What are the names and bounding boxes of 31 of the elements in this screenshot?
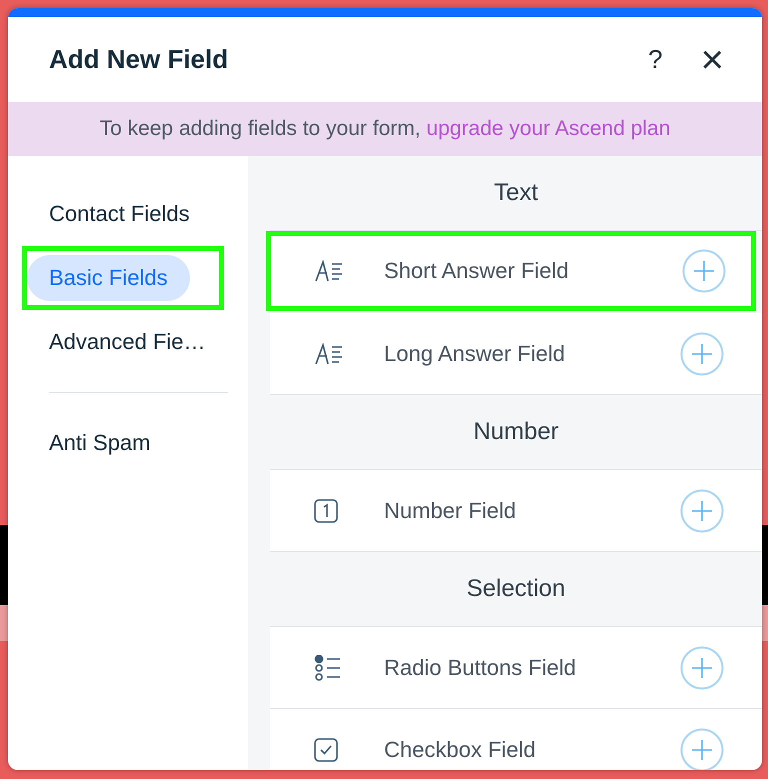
field-label: Long Answer Field [384,340,566,366]
text-format-icon [314,260,344,282]
number-box-icon [314,498,338,522]
field-label: Checkbox Field [384,736,537,762]
add-icon[interactable] [680,728,724,770]
section-title: Text [494,179,538,207]
add-icon[interactable] [680,488,724,532]
dialog-title: Add New Field [49,44,230,75]
sidebar-tab[interactable]: Advanced Fie… [27,319,228,365]
field-row[interactable]: Long Answer Field [270,313,762,395]
field-label: Number Field [384,498,518,524]
field-row[interactable]: Radio Buttons Field [270,627,762,709]
field-row[interactable]: Number Field [270,470,762,552]
sidebar-tab[interactable]: Contact Fields [27,191,212,237]
field-label: Radio Buttons Field [384,654,577,680]
banner-text: To keep adding fields to your form, upgrade your Ascend plan [100,117,670,141]
section-title: Selection [466,575,566,603]
sidebar-tab[interactable]: Anti Spam [27,420,172,466]
sidebar-tab[interactable]: Basic Fields [27,255,190,301]
checkbox-icon [314,738,338,762]
radio-list-icon [314,654,342,680]
field-label: Short Answer Field [384,258,570,284]
add-icon[interactable] [682,248,726,292]
section-title: Number [473,418,559,446]
text-format-icon [314,342,344,364]
add-icon[interactable] [680,332,724,376]
field-row[interactable]: Checkbox Field [270,709,762,770]
help-button[interactable]: ? [640,44,671,75]
field-row[interactable]: Short Answer Field [268,233,754,309]
add-icon[interactable] [680,646,724,690]
close-button[interactable]: × [692,40,732,80]
